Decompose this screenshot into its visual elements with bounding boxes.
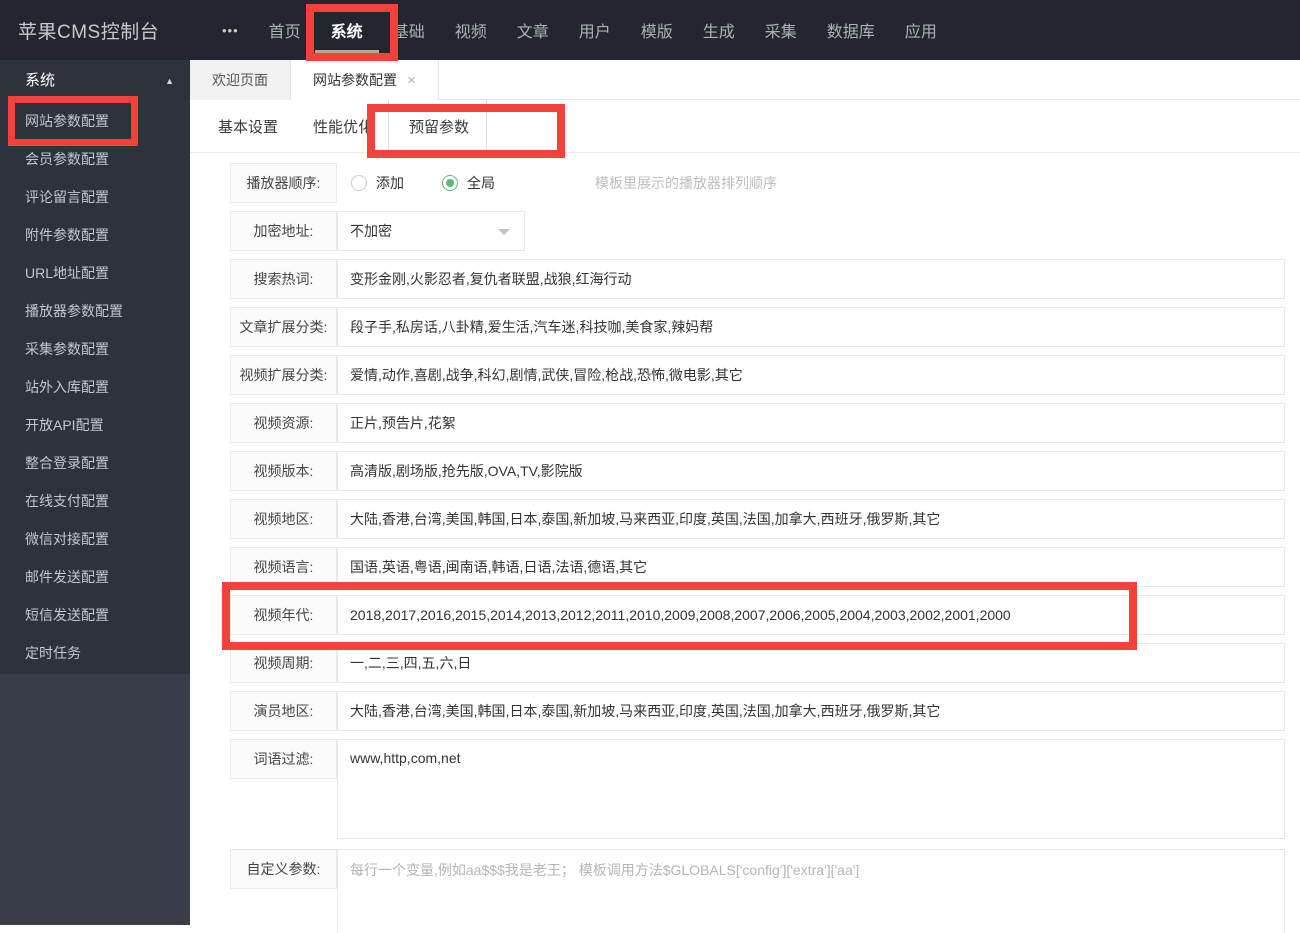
settings-subtabs: 基本设置 性能优化 预留参数: [190, 100, 1300, 153]
sidebar-item-external-store[interactable]: 站外入库配置: [0, 368, 190, 406]
row-custom-params: 自定义参数:: [230, 849, 1285, 933]
sidebar-item-integrated-login[interactable]: 整合登录配置: [0, 444, 190, 482]
word-filter-label: 词语过滤:: [230, 739, 337, 779]
video-area-label: 视频地区:: [230, 499, 337, 539]
sidebar-item-online-pay[interactable]: 在线支付配置: [0, 482, 190, 520]
custom-params-label: 自定义参数:: [230, 849, 337, 889]
row-video-ext-class: 视频扩展分类:: [230, 355, 1285, 395]
settings-form: 播放器顺序: 添加 全局 模板里展示的播放器排列顺序 加密地址: 不加密 搜索热…: [190, 153, 1300, 933]
row-video-year: 视频年代:: [230, 595, 1285, 635]
custom-params-textarea[interactable]: [337, 849, 1285, 933]
row-video-version: 视频版本:: [230, 451, 1285, 491]
video-resource-input[interactable]: [337, 403, 1285, 443]
tab-site-params-label: 网站参数配置: [313, 72, 397, 88]
nav-item-basic[interactable]: 基础: [393, 0, 425, 60]
player-order-options: 添加 全局 模板里展示的播放器排列顺序: [337, 163, 777, 203]
actor-area-input[interactable]: [337, 691, 1285, 731]
radio-global[interactable]: [442, 175, 458, 191]
hot-words-label: 搜索热词:: [230, 259, 337, 299]
tab-welcome-label: 欢迎页面: [212, 72, 268, 88]
subtab-reserved-params[interactable]: 预留参数: [388, 100, 487, 152]
row-video-language: 视频语言:: [230, 547, 1285, 587]
video-ext-class-label: 视频扩展分类:: [230, 355, 337, 395]
close-icon[interactable]: ×: [407, 72, 416, 89]
nav-item-user[interactable]: 用户: [579, 0, 611, 60]
video-language-input[interactable]: [337, 547, 1285, 587]
collapse-arrow-icon: ▲: [165, 76, 174, 86]
nav-item-generate[interactable]: 生成: [703, 0, 735, 60]
radio-add[interactable]: [351, 175, 367, 191]
article-ext-class-label: 文章扩展分类:: [230, 307, 337, 347]
sidebar-group-label: 系统: [25, 72, 56, 89]
nav-item-article[interactable]: 文章: [517, 0, 549, 60]
chevron-down-icon: [498, 229, 510, 235]
player-order-hint: 模板里展示的播放器排列顺序: [595, 175, 777, 191]
sidebar-item-member-params[interactable]: 会员参数配置: [0, 140, 190, 178]
tab-site-params[interactable]: 网站参数配置 ×: [291, 60, 439, 100]
video-week-input[interactable]: [337, 643, 1285, 683]
sidebar: 系统 ▲ 网站参数配置 会员参数配置 评论留言配置 附件参数配置 URL地址配置…: [0, 60, 190, 925]
sidebar-item-open-api[interactable]: 开放API配置: [0, 406, 190, 444]
nav-item-system[interactable]: 系统: [331, 0, 363, 60]
row-video-resource: 视频资源:: [230, 403, 1285, 443]
radio-add-label[interactable]: 添加: [376, 173, 404, 193]
nav-item-video[interactable]: 视频: [455, 0, 487, 60]
video-version-label: 视频版本:: [230, 451, 337, 491]
actor-area-label: 演员地区:: [230, 691, 337, 731]
encrypt-url-select[interactable]: 不加密: [337, 211, 525, 251]
sidebar-item-site-params[interactable]: 网站参数配置: [0, 102, 190, 140]
subtab-performance[interactable]: 性能优化: [293, 100, 388, 152]
main-content: 欢迎页面 网站参数配置 × 基本设置 性能优化 预留参数 播放器顺序: 添加 全…: [190, 60, 1300, 933]
sidebar-item-collect-params[interactable]: 采集参数配置: [0, 330, 190, 368]
radio-global-label[interactable]: 全局: [467, 173, 495, 193]
nav-item-home[interactable]: 首页: [269, 0, 301, 60]
row-word-filter: 词语过滤: www,http,com,net: [230, 739, 1285, 839]
encrypt-url-label: 加密地址:: [230, 211, 337, 251]
sidebar-item-cron[interactable]: 定时任务: [0, 634, 190, 672]
row-actor-area: 演员地区:: [230, 691, 1285, 731]
row-video-area: 视频地区:: [230, 499, 1285, 539]
video-ext-class-input[interactable]: [337, 355, 1285, 395]
row-encrypt-url: 加密地址: 不加密: [230, 211, 1285, 251]
nav-item-template[interactable]: 模版: [641, 0, 673, 60]
video-year-input[interactable]: [337, 595, 1285, 635]
tab-welcome[interactable]: 欢迎页面: [190, 60, 291, 100]
app-title: 苹果CMS控制台: [18, 21, 160, 43]
video-year-label: 视频年代:: [230, 595, 337, 635]
sidebar-item-url[interactable]: URL地址配置: [0, 254, 190, 292]
sidebar-system-group: 系统 ▲ 网站参数配置 会员参数配置 评论留言配置 附件参数配置 URL地址配置…: [0, 60, 190, 674]
video-area-input[interactable]: [337, 499, 1285, 539]
video-language-label: 视频语言:: [230, 547, 337, 587]
row-video-week: 视频周期:: [230, 643, 1285, 683]
row-player-order: 播放器顺序: 添加 全局 模板里展示的播放器排列顺序: [230, 163, 1285, 203]
top-bar: 苹果CMS控制台 ••• 首页 系统 基础 视频 文章 用户 模版 生成 采集 …: [0, 0, 1300, 60]
video-resource-label: 视频资源:: [230, 403, 337, 443]
video-week-label: 视频周期:: [230, 643, 337, 683]
article-ext-class-input[interactable]: [337, 307, 1285, 347]
sidebar-item-attachment[interactable]: 附件参数配置: [0, 216, 190, 254]
encrypt-url-value: 不加密: [350, 223, 392, 239]
sidebar-item-sms[interactable]: 短信发送配置: [0, 596, 190, 634]
player-order-label: 播放器顺序:: [230, 163, 337, 203]
subtab-basic-settings[interactable]: 基本设置: [198, 100, 293, 152]
ellipsis-menu-icon[interactable]: •••: [222, 23, 239, 38]
sidebar-item-wechat[interactable]: 微信对接配置: [0, 520, 190, 558]
sidebar-item-email[interactable]: 邮件发送配置: [0, 558, 190, 596]
row-hot-words: 搜索热词:: [230, 259, 1285, 299]
nav-item-app[interactable]: 应用: [905, 0, 937, 60]
sidebar-group-system[interactable]: 系统 ▲: [0, 60, 190, 102]
top-nav: ••• 首页 系统 基础 视频 文章 用户 模版 生成 采集 数据库 应用: [222, 0, 937, 60]
nav-item-database[interactable]: 数据库: [827, 0, 875, 60]
page-tabs: 欢迎页面 网站参数配置 ×: [190, 60, 1300, 100]
row-article-ext-class: 文章扩展分类:: [230, 307, 1285, 347]
sidebar-item-comment[interactable]: 评论留言配置: [0, 178, 190, 216]
hot-words-input[interactable]: [337, 259, 1285, 299]
nav-item-collect[interactable]: 采集: [765, 0, 797, 60]
sidebar-item-player-params[interactable]: 播放器参数配置: [0, 292, 190, 330]
video-version-input[interactable]: [337, 451, 1285, 491]
word-filter-textarea[interactable]: www,http,com,net: [337, 739, 1285, 839]
